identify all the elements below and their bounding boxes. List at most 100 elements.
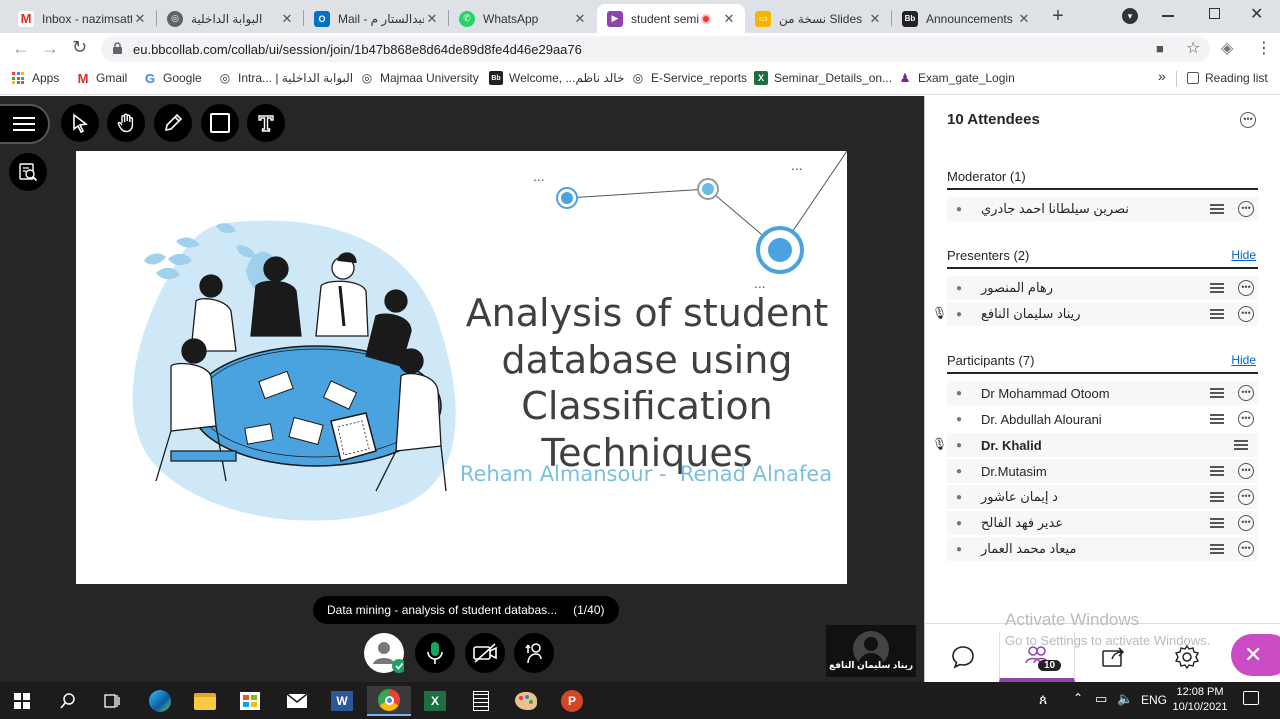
tab-outlook[interactable]: O Mail - عبدالستار م ✕ [304,4,448,33]
tab-gmail[interactable]: M Inbox - nazimsatt ✕ [8,4,156,33]
hide-presenters-link[interactable]: Hide [1231,248,1256,262]
chevron-up-icon[interactable]: ⌃ [1073,691,1083,705]
more-bookmarks-button[interactable]: » [1158,68,1166,84]
tab-search-icon[interactable]: ▾ [1122,8,1138,24]
bookmark-apps[interactable]: Apps [12,71,59,85]
close-icon[interactable]: ✕ [1016,11,1032,27]
chrome-menu-icon[interactable]: ⋮ [1256,38,1272,58]
zoom-slide-button[interactable] [9,153,47,191]
people-tray-icon[interactable]: ጰ [1039,691,1047,708]
address-bar[interactable]: eu.bbcollab.com/collab/ui/session/join/1… [101,36,1210,62]
search-button[interactable] [46,686,90,716]
text-tool-button[interactable] [247,104,285,142]
attendee-row[interactable]: ● رهام المنصور ••• [947,276,1258,300]
language-indicator[interactable]: ENG [1141,693,1167,707]
volume-icon[interactable]: 🔈 [1117,691,1133,707]
attendee-row[interactable]: ● عدير فهد الفالح ••• [947,511,1258,535]
attendee-menu-icon[interactable] [1210,204,1224,214]
more-options-icon[interactable]: ••• [1238,515,1254,531]
close-icon[interactable]: ✕ [424,11,440,27]
attendee-row[interactable]: 🎙 ● Dr. Khalid [932,433,1258,457]
attendee-row[interactable]: ● Dr.Mutasim ••• [947,459,1258,483]
new-tab-button[interactable]: + [1047,5,1069,27]
more-options-icon[interactable]: ••• [1238,385,1254,401]
file-info-pill[interactable]: Data mining - analysis of student databa… [313,596,619,624]
reading-list-button[interactable]: Reading list [1187,71,1268,85]
bookmark-intranet[interactable]: ◎ Intra... | البوابة الداخلية [218,71,353,85]
chrome-taskbar-button[interactable] [367,686,411,716]
attendee-menu-icon[interactable] [1210,388,1224,398]
close-icon[interactable]: ✕ [721,11,737,27]
more-options-icon[interactable]: ••• [1238,306,1254,322]
attendee-menu-icon[interactable] [1210,544,1224,554]
tab-collaborate[interactable]: ▶ student semi ✕ [597,4,745,33]
attendee-menu-icon[interactable] [1210,414,1224,424]
bookmark-seminar[interactable]: X Seminar_Details_on... [754,71,892,85]
attendee-menu-icon[interactable] [1210,283,1224,293]
forward-button[interactable]: → [41,38,59,59]
select-tool-button[interactable] [61,104,99,142]
close-icon[interactable]: ✕ [279,11,295,27]
more-options-icon[interactable]: ••• [1238,280,1254,296]
edge-taskbar-button[interactable] [138,686,182,716]
file-explorer-button[interactable] [183,686,227,716]
bookmark-gmail[interactable]: M Gmail [76,71,128,86]
camera-permission-icon[interactable]: ■ [1156,41,1164,56]
extension-icon[interactable]: ◈ [1221,38,1233,58]
chat-button[interactable] [925,632,1001,682]
mail-button[interactable] [275,686,319,716]
close-window-button[interactable]: ✕ [1250,4,1263,24]
bookmark-exam-gate[interactable]: ♟ Exam_gate_Login [898,71,1015,85]
attendee-row[interactable]: ● نصرين سيلطانا احمد جادري ••• [947,197,1258,221]
attendees-options-icon[interactable]: ••• [1240,112,1256,128]
microphone-button[interactable] [415,633,455,673]
tab-announcements[interactable]: Bb Announcements ✕ [892,4,1040,33]
excel-button[interactable]: X [413,686,457,716]
more-options-icon[interactable]: ••• [1238,489,1254,505]
notification-icon[interactable] [1243,691,1259,705]
restore-button[interactable] [1209,8,1220,19]
reload-button[interactable]: ↻ [72,37,87,58]
tab-whatsapp[interactable]: ✆ WhatsApp ✕ [449,4,596,33]
attendee-menu-icon[interactable] [1210,518,1224,528]
camera-button[interactable] [465,633,505,673]
more-options-icon[interactable]: ••• [1238,201,1254,217]
tab-slides[interactable]: ▭ نسخة من Slides ✕ [745,4,891,33]
powerpoint-button[interactable]: P [550,686,594,716]
hide-participants-link[interactable]: Hide [1231,353,1256,367]
calculator-button[interactable] [459,686,503,716]
attendee-row[interactable]: ● د إيمان عاشور ••• [947,485,1258,509]
back-button[interactable]: ← [12,38,30,59]
bookmark-welcome[interactable]: Bb Welcome, ...خالد ناظم [489,71,624,85]
close-icon[interactable]: ✕ [132,11,148,27]
more-options-icon[interactable]: ••• [1238,411,1254,427]
more-options-icon[interactable]: ••• [1238,463,1254,479]
close-icon[interactable]: ✕ [867,11,883,27]
bookmark-majmaa[interactable]: ◎ Majmaa University [360,71,479,85]
session-menu-button[interactable] [0,104,50,144]
bookmark-star-icon[interactable]: ☆ [1186,38,1200,58]
task-view-button[interactable] [90,686,134,716]
pen-tool-button[interactable] [154,104,192,142]
more-options-icon[interactable]: ••• [1238,541,1254,557]
attendee-menu-icon[interactable] [1210,492,1224,502]
shape-tool-button[interactable] [201,104,239,142]
attendee-menu-icon[interactable] [1210,466,1224,476]
clock[interactable]: 12:08 PM 10/10/2021 [1170,685,1230,715]
raise-hand-button[interactable] [514,633,554,673]
close-panel-button[interactable]: ✕ [1231,634,1280,676]
store-button[interactable] [228,686,272,716]
bookmark-google[interactable]: G Google [143,71,202,86]
attendee-row[interactable]: ● ميعاد محمد العمار ••• [947,537,1258,561]
network-icon[interactable]: ▭ [1095,691,1107,707]
attendee-menu-icon[interactable] [1234,440,1248,450]
paint-button[interactable] [504,686,548,716]
pan-tool-button[interactable] [107,104,145,142]
attendee-menu-icon[interactable] [1210,309,1224,319]
attendee-row[interactable]: 🎙 ● ريناد سليمان النافع ••• [932,302,1258,326]
minimize-button[interactable] [1162,15,1174,17]
word-button[interactable]: W [320,686,364,716]
attendee-row[interactable]: ● Dr. Abdullah Alourani ••• [947,407,1258,431]
my-status-button[interactable] [364,633,404,673]
tab-portal[interactable]: ◎ البوابة الداخلية ✕ [157,4,303,33]
